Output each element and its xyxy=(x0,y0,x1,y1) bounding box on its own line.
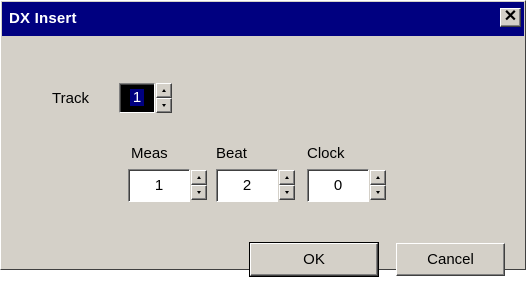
beat-increment-button[interactable] xyxy=(279,170,295,185)
window-title: DX Insert xyxy=(9,10,77,27)
beat-label: Beat xyxy=(216,145,247,162)
beat-spinner[interactable] xyxy=(279,170,295,200)
clock-increment-button[interactable] xyxy=(370,170,386,185)
meas-spinner[interactable] xyxy=(191,170,207,200)
clock-spinner[interactable] xyxy=(370,170,386,200)
track-decrement-button[interactable] xyxy=(156,98,172,113)
clock-label: Clock xyxy=(307,145,345,162)
clock-value: 0 xyxy=(333,177,343,194)
beat-decrement-button[interactable] xyxy=(279,185,295,200)
track-spinner[interactable] xyxy=(156,83,172,113)
arrow-up-icon xyxy=(285,176,289,179)
track-label: Track xyxy=(52,90,89,107)
arrow-down-icon xyxy=(376,191,380,194)
dx-insert-dialog: DX Insert ✕ Track 1 Meas Beat Clock 1 2 … xyxy=(0,0,526,277)
meas-decrement-button[interactable] xyxy=(191,185,207,200)
meas-value: 1 xyxy=(154,177,164,194)
meas-increment-button[interactable] xyxy=(191,170,207,185)
arrow-up-icon xyxy=(162,89,166,92)
track-increment-button[interactable] xyxy=(156,83,172,98)
clock-decrement-button[interactable] xyxy=(370,185,386,200)
arrow-up-icon xyxy=(376,176,380,179)
arrow-down-icon xyxy=(162,104,166,107)
title-bar[interactable]: DX Insert ✕ xyxy=(2,2,524,36)
clock-field[interactable]: 0 xyxy=(307,169,369,202)
arrow-up-icon xyxy=(197,176,201,179)
ok-button[interactable]: OK xyxy=(249,242,379,277)
meas-label: Meas xyxy=(131,145,168,162)
close-icon: ✕ xyxy=(503,8,518,25)
meas-field[interactable]: 1 xyxy=(128,169,190,202)
track-value: 1 xyxy=(129,89,145,106)
arrow-down-icon xyxy=(285,191,289,194)
arrow-down-icon xyxy=(197,191,201,194)
close-button[interactable]: ✕ xyxy=(500,8,521,27)
beat-field[interactable]: 2 xyxy=(216,169,278,202)
cancel-button[interactable]: Cancel xyxy=(396,243,505,276)
track-field[interactable]: 1 xyxy=(119,83,155,113)
beat-value: 2 xyxy=(242,177,252,194)
